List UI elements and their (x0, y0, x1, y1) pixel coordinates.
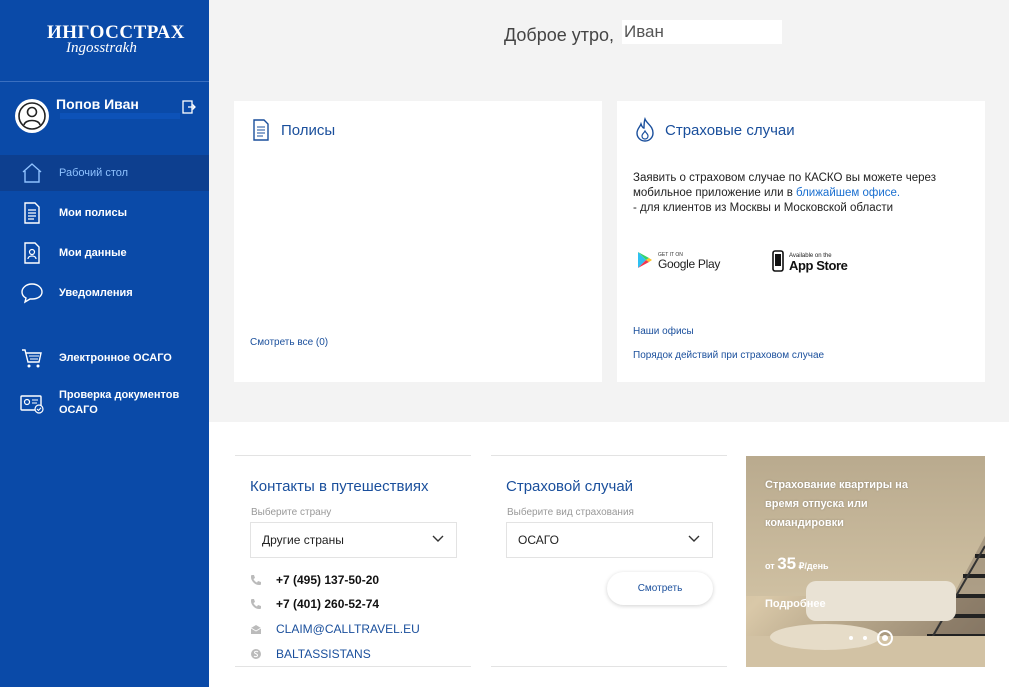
contact-text: CLAIM@CALLTRAVEL.EU (276, 622, 420, 636)
divider (491, 666, 727, 667)
nav-label: Рабочий стол (59, 166, 129, 179)
nav-label: Проверка документов ОСАГО (59, 389, 180, 416)
contact-phone-2[interactable]: +7 (401) 260-52-74 (250, 597, 379, 611)
greeting-text: Доброе утро, (504, 25, 615, 45)
logo-line2: Ingosstrakh (66, 40, 137, 56)
insurance-type-select[interactable]: ОСАГО (506, 522, 713, 558)
insurance-type-value: ОСАГО (518, 533, 559, 547)
claim-procedure-link[interactable]: Порядок действий при страховом случае (633, 350, 824, 361)
carousel-dots (844, 630, 898, 646)
chevron-down-icon (688, 535, 700, 542)
contact-text: +7 (495) 137-50-20 (276, 573, 380, 587)
claims-title: Страховые случаи (665, 122, 795, 139)
carousel-dot[interactable] (863, 636, 867, 640)
document-icon (253, 119, 269, 141)
phone-icon (251, 599, 261, 609)
nav-item-e-osago[interactable]: Электронное ОСАГО (0, 340, 209, 376)
nav-item-notifications[interactable]: Уведомления (0, 275, 209, 311)
policies-title: Полисы (281, 122, 336, 139)
sofa-illustration (806, 581, 956, 621)
nav-label: Мои полисы (59, 206, 128, 219)
claims-description: Заявить о страховом случае по КАСКО вы м… (633, 171, 978, 216)
promo-banner[interactable]: Страхование квартиры на время отпуска ил… (746, 456, 985, 667)
nav-label: Мои данные (59, 246, 127, 259)
divider (235, 666, 471, 667)
nav-item-desktop[interactable]: Рабочий стол (0, 155, 209, 191)
nav-item-my-policies[interactable]: Мои полисы (0, 195, 209, 231)
promo-price: от 35 ₽/день (765, 554, 829, 574)
chevron-down-icon (432, 535, 444, 542)
divider (491, 455, 727, 456)
contact-text: BALTASSISTANS (276, 647, 371, 661)
contact-text: +7 (401) 260-52-74 (276, 597, 380, 611)
promo-text: Страхование квартиры на время отпуска ил… (765, 479, 908, 529)
user-sub-placeholder (60, 113, 180, 119)
app-store-big: App Store (789, 258, 848, 273)
carousel-dot[interactable] (849, 636, 853, 640)
contact-skype[interactable]: BALTASSISTANS (250, 647, 371, 661)
sidebar: ИНГОССТРАХ Ingosstrakh Попов Иван Рабочи… (0, 0, 209, 687)
country-select-label: Выберите страну (251, 507, 332, 518)
skype-icon (251, 649, 261, 659)
app-store-badge[interactable]: Available on the App Store (772, 250, 848, 272)
price-suffix: ₽/день (798, 561, 829, 571)
claims-card: Страховые случаи Заявить о страховом слу… (617, 101, 985, 382)
nav-label: Электронное ОСАГО (59, 351, 172, 364)
country-select-value: Другие страны (262, 533, 344, 547)
nearest-office-link[interactable]: ближайшем офисе. (796, 187, 900, 199)
nav-item-check-osago[interactable]: Проверка документов ОСАГО (0, 384, 209, 422)
google-play-icon (638, 252, 652, 268)
view-all-policies-link[interactable]: Смотреть все (0) (250, 337, 328, 348)
price-value: 35 (777, 554, 797, 573)
logout-icon[interactable] (182, 100, 196, 114)
logo[interactable]: ИНГОССТРАХ Ingosstrakh (0, 0, 209, 82)
email-icon (250, 625, 262, 634)
price-prefix: от (765, 561, 775, 571)
phone-icon (251, 575, 261, 585)
travel-title: Контакты в путешествиях (250, 478, 429, 495)
google-play-badge[interactable]: GET IT ON Google Play (637, 251, 721, 271)
insurance-type-label: Выберите вид страхования (507, 507, 634, 518)
promo-more-link[interactable]: Подробнее (765, 598, 826, 610)
home-icon (22, 163, 42, 183)
document-icon (24, 202, 40, 224)
country-select[interactable]: Другие страны (250, 522, 457, 558)
id-card-check-icon (20, 395, 44, 414)
google-play-big: Google Play (658, 257, 721, 271)
contact-email[interactable]: CLAIM@CALLTRAVEL.EU (250, 622, 420, 636)
nav-label: Уведомления (59, 286, 133, 299)
greeting-name: Иван (622, 20, 782, 44)
our-offices-link[interactable]: Наши офисы (633, 326, 694, 337)
carousel-dot-active[interactable] (877, 630, 893, 646)
insurance-case-title: Страховой случай (506, 478, 634, 495)
divider (235, 455, 471, 456)
user-name: Попов Иван (56, 96, 139, 112)
view-button[interactable]: Смотреть (607, 572, 713, 605)
claims-text-2: - для клиентов из Москвы и Московской об… (633, 202, 894, 214)
policies-card: Полисы Смотреть все (0) (234, 101, 602, 382)
chat-icon (21, 283, 43, 304)
nav-item-my-data[interactable]: Мои данные (0, 235, 209, 271)
flame-icon (636, 117, 654, 142)
cart-icon (22, 349, 42, 368)
avatar-icon[interactable] (14, 98, 50, 134)
contact-phone-1[interactable]: +7 (495) 137-50-20 (250, 573, 379, 587)
phone-device-icon (772, 250, 784, 272)
profile-document-icon (24, 242, 40, 264)
